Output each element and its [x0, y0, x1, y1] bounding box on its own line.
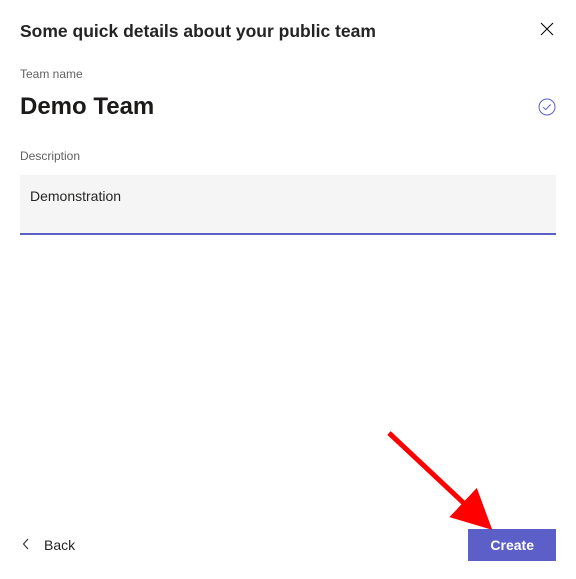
- team-name-row: [20, 93, 556, 121]
- dialog-title: Some quick details about your public tea…: [20, 20, 376, 43]
- create-button[interactable]: Create: [468, 529, 556, 561]
- dialog-footer: Back Create: [20, 509, 556, 579]
- chevron-left-icon: [22, 538, 30, 552]
- close-icon: [540, 24, 554, 39]
- check-circle-icon: [538, 98, 556, 116]
- back-button-label: Back: [44, 537, 75, 553]
- description-label: Description: [20, 149, 556, 163]
- description-input[interactable]: [20, 175, 556, 235]
- team-name-label: Team name: [20, 67, 556, 81]
- create-team-dialog: Some quick details about your public tea…: [0, 0, 576, 579]
- team-name-input[interactable]: [20, 93, 502, 121]
- back-button[interactable]: Back: [20, 531, 77, 559]
- description-field-wrap: [20, 175, 556, 240]
- close-button[interactable]: [538, 20, 556, 38]
- dialog-header: Some quick details about your public tea…: [20, 20, 556, 43]
